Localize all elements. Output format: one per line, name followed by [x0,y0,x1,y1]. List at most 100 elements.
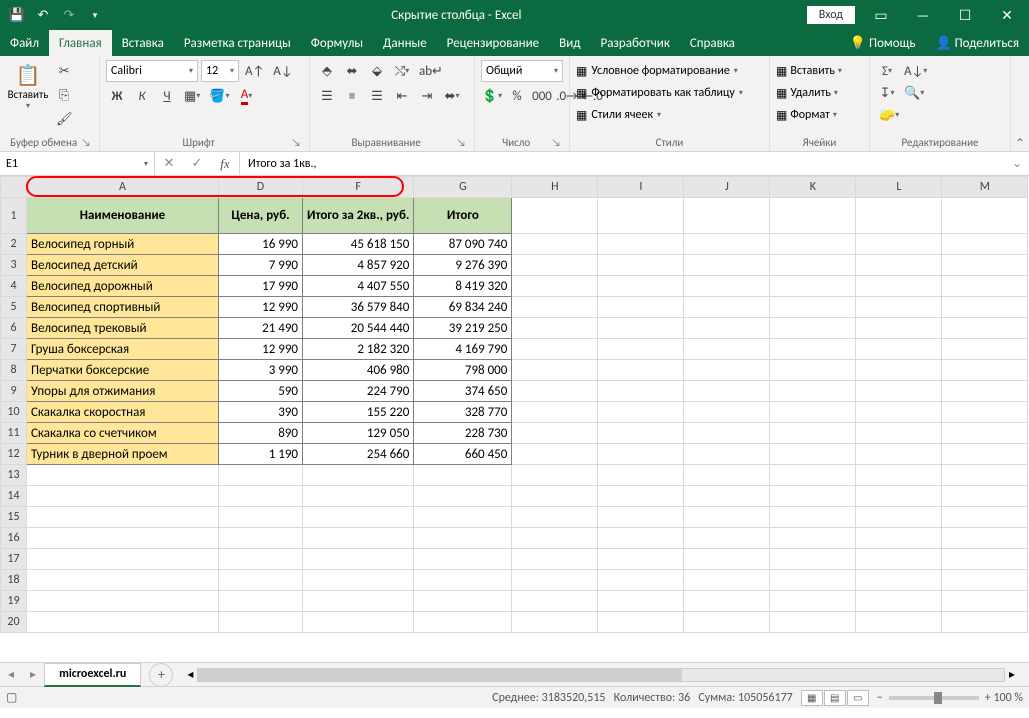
col-header-D[interactable]: D [219,177,303,198]
cell[interactable] [770,318,856,339]
cell[interactable] [856,318,942,339]
cell[interactable]: 16 990 [219,234,303,255]
cell[interactable]: 9 276 390 [414,255,512,276]
cell[interactable] [684,465,770,486]
cell[interactable] [770,381,856,402]
cell[interactable] [770,570,856,591]
cell[interactable]: 8 419 320 [414,276,512,297]
cell[interactable] [598,507,684,528]
close-icon[interactable]: ✕ [987,4,1027,26]
number-format-combo[interactable]: Общий▾ [481,60,563,82]
row-header[interactable]: 11 [1,423,27,444]
formula-input[interactable]: Итого за 1кв., [240,152,1005,175]
cell[interactable]: Велосипед спортивный [27,297,219,318]
maximize-icon[interactable]: ☐ [945,4,985,26]
cell[interactable] [303,507,414,528]
cell[interactable]: 224 790 [303,381,414,402]
cell[interactable]: Итого [414,198,512,234]
page-break-icon[interactable]: ▭ [847,690,869,706]
cell[interactable] [856,549,942,570]
cell[interactable] [414,507,512,528]
cell[interactable] [770,402,856,423]
cell[interactable] [27,612,219,633]
underline-button[interactable]: Ч [156,85,178,107]
cell[interactable] [598,318,684,339]
cell[interactable] [598,549,684,570]
cell[interactable] [856,381,942,402]
tab-справка[interactable]: Справка [680,30,745,56]
row-header[interactable]: 7 [1,339,27,360]
cell[interactable] [598,276,684,297]
cell[interactable] [856,444,942,465]
cell[interactable]: 21 490 [219,318,303,339]
page-layout-icon[interactable]: ▤ [824,690,846,706]
cell[interactable]: Груша боксерская [27,339,219,360]
cell[interactable]: 2 182 320 [303,339,414,360]
fill-color-button[interactable]: 🪣▾ [206,85,232,107]
cell[interactable] [303,528,414,549]
cell[interactable] [598,297,684,318]
cell[interactable]: Велосипед детский [27,255,219,276]
cell[interactable] [219,486,303,507]
cell[interactable] [512,297,598,318]
cell[interactable] [684,381,770,402]
cell[interactable]: 890 [219,423,303,444]
cell[interactable] [770,507,856,528]
cell[interactable]: 798 000 [414,360,512,381]
indent-increase-icon[interactable]: ⇥ [416,85,438,107]
currency-icon[interactable]: 💲▾ [481,85,503,107]
format-painter-button[interactable]: 🖌 [53,108,76,130]
sheet-tab[interactable]: microexcel.ru [44,663,141,687]
cell[interactable]: 36 579 840 [303,297,414,318]
cell[interactable] [770,255,856,276]
cell[interactable] [303,591,414,612]
cell[interactable] [942,297,1028,318]
cell[interactable] [856,528,942,549]
cancel-formula-icon[interactable]: ✕ [155,156,183,171]
cell[interactable]: 69 834 240 [414,297,512,318]
cell[interactable] [512,486,598,507]
cell[interactable] [27,591,219,612]
cell[interactable] [414,549,512,570]
cell[interactable]: 590 [219,381,303,402]
cell[interactable] [770,612,856,633]
dialog-launcher-icon[interactable]: ↘ [291,136,301,149]
cell[interactable]: Наименование [27,198,219,234]
cell[interactable] [770,276,856,297]
cell[interactable] [598,528,684,549]
cell[interactable] [598,360,684,381]
cell[interactable] [684,255,770,276]
cell[interactable] [512,570,598,591]
cell[interactable]: Велосипед трековый [27,318,219,339]
minimize-icon[interactable]: — [903,4,943,26]
record-macro-icon[interactable]: ▢ [6,690,17,705]
cell[interactable] [512,234,598,255]
cell[interactable] [219,549,303,570]
cell[interactable] [414,486,512,507]
font-color-button[interactable]: A▾ [236,85,258,107]
cell[interactable]: 4 407 550 [303,276,414,297]
decrease-font-icon[interactable]: A↓ [270,60,295,82]
ribbon-options-icon[interactable]: ▭ [861,4,901,26]
col-header-H[interactable]: H [512,177,598,198]
cell[interactable] [219,507,303,528]
cell[interactable]: 12 990 [219,297,303,318]
cell[interactable] [942,507,1028,528]
clear-button[interactable]: 🧽▾ [876,104,902,126]
tab-формулы[interactable]: Формулы [301,30,373,56]
cell[interactable] [856,234,942,255]
sheet-nav-prev-icon[interactable]: ◂ [0,667,22,682]
cell[interactable] [219,612,303,633]
cell[interactable] [684,528,770,549]
cell[interactable] [512,612,598,633]
cell[interactable] [856,570,942,591]
cell[interactable] [684,276,770,297]
cell[interactable]: 660 450 [414,444,512,465]
cell[interactable]: 12 990 [219,339,303,360]
align-middle-icon[interactable]: ⬌ [341,60,363,82]
cell[interactable] [770,339,856,360]
cell[interactable] [684,423,770,444]
cell[interactable] [856,276,942,297]
cell[interactable] [512,318,598,339]
cell[interactable]: Цена, руб. [219,198,303,234]
